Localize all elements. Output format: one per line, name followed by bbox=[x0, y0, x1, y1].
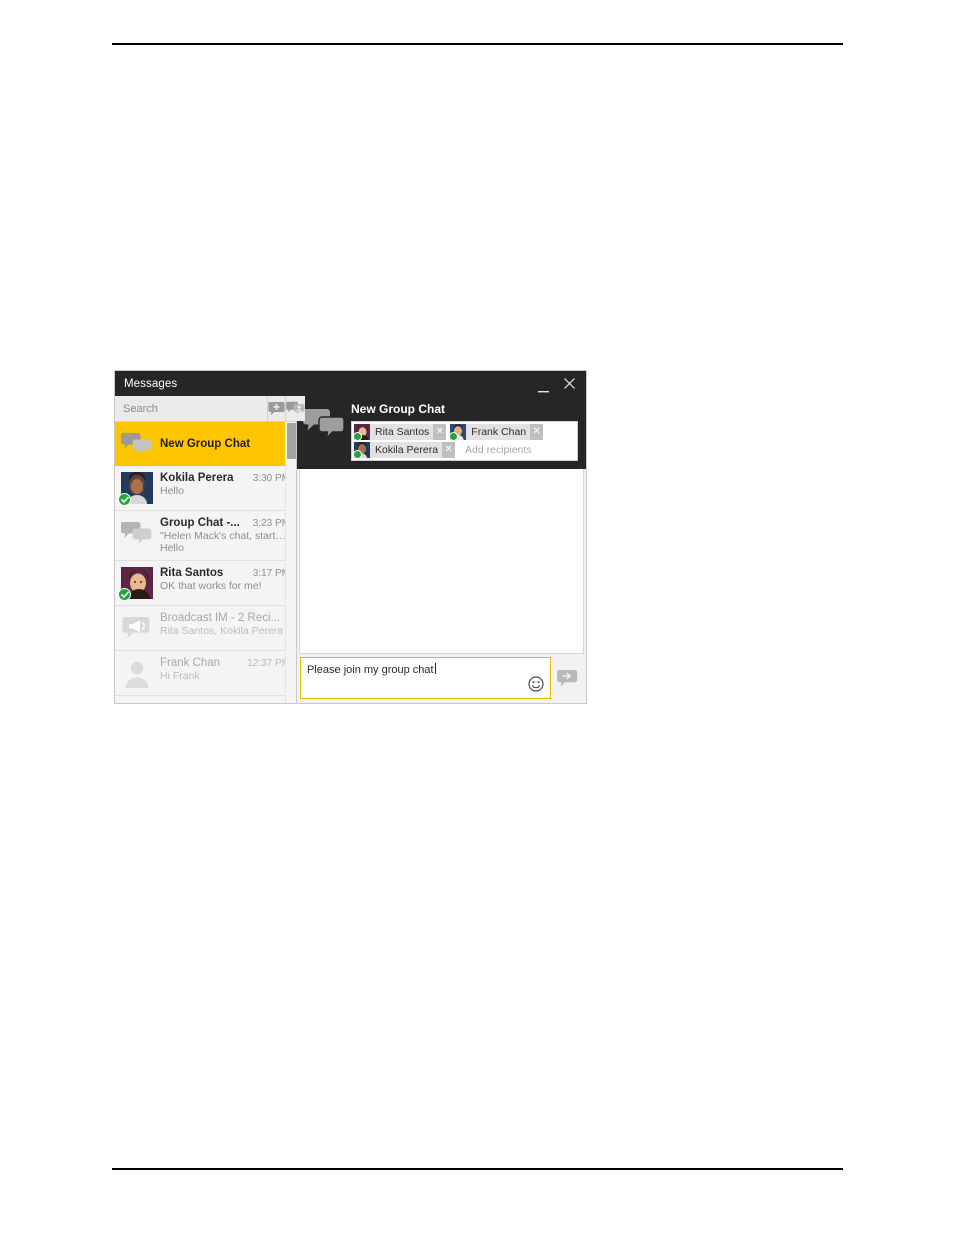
conversation-item-broadcast-im[interactable]: Broadcast IM - 2 Reci... Rita Santos, Ko… bbox=[115, 606, 296, 651]
conversation-item-frank-chan[interactable]: Frank Chan 12:37 PM Hi Frank bbox=[115, 651, 296, 696]
new-conversation-icon bbox=[268, 401, 285, 415]
send-button[interactable] bbox=[551, 657, 583, 699]
chat-header: New Group Chat Rita Santos ✕ Frank Chan … bbox=[297, 396, 586, 469]
avatar bbox=[121, 428, 153, 460]
message-input-box[interactable]: Please join my group chat bbox=[300, 657, 551, 699]
conversation-text: Rita Santos 3:17 PM OK that works for me… bbox=[160, 567, 290, 592]
conversation-name: Frank Chan bbox=[160, 657, 221, 669]
remove-recipient-button[interactable]: ✕ bbox=[433, 424, 447, 440]
conversation-item-new-group-chat[interactable]: New Group Chat bbox=[115, 422, 296, 466]
conversation-line-primary: Broadcast IM - 2 Reci... bbox=[160, 612, 290, 624]
avatar bbox=[118, 472, 153, 506]
search-input[interactable] bbox=[115, 396, 268, 421]
text-caret bbox=[434, 663, 436, 674]
conversations-pane: New Group Chat bbox=[115, 396, 305, 703]
chat-title: New Group Chat bbox=[351, 402, 446, 416]
avatar bbox=[353, 424, 370, 441]
conversation-item-group-chat[interactable]: Group Chat -... 3:23 PM "Helen Mack's ch… bbox=[115, 511, 296, 561]
minimize-icon bbox=[537, 390, 549, 392]
scrollbar-thumb[interactable] bbox=[287, 423, 296, 459]
conversation-text: Kokila Perera 3:30 PM Hello bbox=[160, 472, 290, 497]
conversation-line-primary: New Group Chat bbox=[160, 438, 290, 450]
conversation-text: Broadcast IM - 2 Reci... Rita Santos, Ko… bbox=[160, 612, 290, 637]
chat-transcript bbox=[299, 469, 584, 654]
page-footer-rule bbox=[112, 1168, 843, 1170]
minimize-button[interactable] bbox=[530, 368, 556, 400]
window-title: Messages bbox=[124, 377, 178, 390]
group-chat-icon bbox=[303, 409, 345, 441]
conversation-time: 12:37 PM bbox=[247, 658, 290, 669]
conversation-text: New Group Chat bbox=[160, 438, 290, 450]
close-button[interactable] bbox=[556, 371, 582, 396]
new-conversation-button[interactable] bbox=[268, 396, 286, 421]
presence-available-badge bbox=[118, 493, 131, 506]
recipient-chip-rita-santos[interactable]: Rita Santos ✕ bbox=[353, 424, 447, 441]
conversation-name: New Group Chat bbox=[160, 438, 251, 450]
recipient-name: Kokila Perera bbox=[375, 444, 439, 456]
page-header-rule bbox=[112, 43, 843, 45]
person-silhouette-icon bbox=[125, 661, 149, 688]
chat-header-avatar bbox=[303, 402, 347, 461]
chat-header-content: New Group Chat Rita Santos ✕ Frank Chan … bbox=[347, 402, 578, 461]
presence-available-badge bbox=[353, 432, 362, 441]
search-toolbar bbox=[115, 396, 305, 422]
chat-pane: New Group Chat Rita Santos ✕ Frank Chan … bbox=[297, 396, 586, 703]
check-icon bbox=[120, 496, 129, 503]
message-input-value: Please join my group chat bbox=[307, 664, 434, 676]
messages-window: Messages Search New Group Chat Kokila Pe… bbox=[114, 370, 587, 704]
check-icon bbox=[120, 591, 129, 598]
presence-available-badge bbox=[118, 588, 131, 601]
window-body: New Group Chat bbox=[115, 396, 586, 703]
window-title-bar[interactable]: Messages bbox=[115, 371, 586, 396]
avatar bbox=[121, 612, 153, 644]
compose-area: Please join my group chat bbox=[297, 654, 586, 703]
close-icon bbox=[563, 378, 575, 389]
conversation-name: Rita Santos bbox=[160, 567, 224, 579]
recipient-name: Frank Chan bbox=[471, 426, 527, 438]
conversation-preview: Hi Frank bbox=[160, 670, 200, 682]
conversation-line-primary: Frank Chan 12:37 PM bbox=[160, 657, 290, 669]
conversation-preview: "Helen Mack's chat, starte... bbox=[160, 530, 290, 542]
emoticon-button[interactable] bbox=[528, 676, 544, 692]
recipient-chip-kokila-perera[interactable]: Kokila Perera ✕ bbox=[353, 442, 456, 459]
conversation-name: Broadcast IM - 2 Reci... bbox=[160, 612, 281, 624]
message-input-text[interactable]: Please join my group chat bbox=[301, 658, 550, 681]
avatar bbox=[449, 424, 467, 441]
conversation-item-rita-santos[interactable]: Rita Santos 3:17 PM OK that works for me… bbox=[115, 561, 296, 606]
avatar bbox=[353, 442, 370, 459]
remove-recipient-button[interactable]: ✕ bbox=[530, 424, 544, 440]
new-group-chat-icon bbox=[286, 401, 305, 414]
add-recipients-input[interactable]: Add recipients bbox=[459, 444, 575, 456]
conversation-preview: Hello bbox=[160, 485, 184, 497]
conversation-name: Group Chat -... bbox=[160, 517, 240, 529]
send-icon bbox=[556, 669, 577, 686]
avatar bbox=[121, 517, 153, 549]
avatar bbox=[118, 567, 153, 601]
conversation-line-primary: Group Chat -... 3:23 PM bbox=[160, 517, 290, 529]
window-controls bbox=[530, 371, 582, 396]
recipient-chip-frank-chan[interactable]: Frank Chan ✕ bbox=[449, 424, 544, 441]
emoticon-icon bbox=[528, 676, 544, 692]
conversation-preview-secondary: Hello bbox=[160, 542, 184, 554]
conversation-preview: OK that works for me! bbox=[160, 580, 262, 592]
conversation-preview: Rita Santos, Kokila Perera bbox=[160, 625, 284, 637]
conversation-line-primary: Rita Santos 3:17 PM bbox=[160, 567, 290, 579]
recipient-name: Rita Santos bbox=[375, 426, 430, 438]
conversation-list-scrollbar[interactable] bbox=[285, 422, 296, 703]
group-chat-icon bbox=[121, 522, 152, 544]
remove-recipient-button[interactable]: ✕ bbox=[442, 442, 456, 458]
new-group-chat-button[interactable] bbox=[286, 396, 305, 421]
conversation-text: Group Chat -... 3:23 PM "Helen Mack's ch… bbox=[160, 517, 290, 554]
conversation-name: Kokila Perera bbox=[160, 472, 234, 484]
group-chat-icon bbox=[121, 433, 152, 455]
conversation-text: Frank Chan 12:37 PM Hi Frank bbox=[160, 657, 290, 682]
avatar bbox=[121, 657, 153, 689]
presence-available-badge bbox=[353, 450, 362, 459]
conversation-line-primary: Kokila Perera 3:30 PM bbox=[160, 472, 290, 484]
conversation-item-kokila-perera[interactable]: Kokila Perera 3:30 PM Hello bbox=[115, 466, 296, 511]
broadcast-icon bbox=[122, 617, 150, 638]
recipient-field[interactable]: Rita Santos ✕ Frank Chan ✕ Kokila Perera… bbox=[351, 421, 578, 461]
conversation-list[interactable]: New Group Chat Kokila Perera 3:30 PM Hel… bbox=[115, 422, 296, 703]
